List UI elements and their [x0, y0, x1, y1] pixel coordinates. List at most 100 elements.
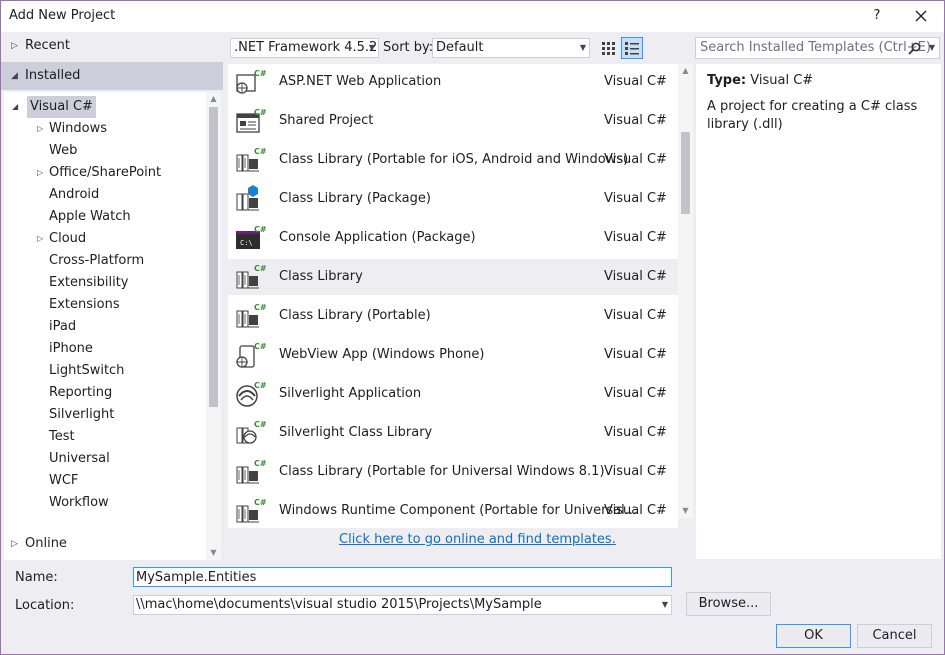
tree-item[interactable]: Cross-Platform [49, 250, 144, 272]
tree-item[interactable]: Extensions [49, 294, 120, 316]
template-name: Silverlight Class Library [279, 425, 433, 440]
framework-select[interactable]: .NET Framework 4.5.2 ▼ [230, 38, 379, 58]
template-language: Visual C# [604, 386, 667, 401]
expand-arrow-icon[interactable]: ▷ [37, 162, 43, 184]
collapse-arrow-icon[interactable]: ◢ [12, 96, 18, 118]
template-name: Class Library (Portable for Universal Wi… [279, 464, 605, 479]
tree-item[interactable]: Extensibility [49, 272, 129, 294]
tree-item-label: Extensions [49, 297, 120, 312]
template-name: Class Library (Portable) [279, 308, 431, 323]
template-row[interactable]: Class Library (Package) Visual C# [228, 181, 678, 217]
tree-item[interactable]: ▷ Windows [37, 118, 107, 140]
template-name: Class Library (Package) [279, 191, 431, 206]
svg-text:C#: C# [254, 498, 266, 507]
small-icons-view-button[interactable] [597, 37, 619, 59]
template-language: Visual C# [604, 425, 667, 440]
tree-item[interactable]: Workflow [49, 492, 109, 514]
scroll-thumb[interactable] [209, 107, 218, 407]
expand-arrow-icon[interactable]: ▷ [11, 530, 18, 558]
template-tree: ◢ Visual C# ▷ Windows Web ▷ Office/SharePoint A… [4, 92, 221, 560]
template-language: Visual C# [604, 152, 667, 167]
help-button[interactable]: ? [867, 5, 887, 27]
category-installed[interactable]: ◢ Installed [1, 62, 223, 90]
template-language: Visual C# [604, 269, 667, 284]
svg-text:C#: C# [254, 147, 266, 156]
expand-arrow-icon[interactable]: ▷ [37, 228, 43, 250]
ok-button[interactable]: OK [776, 624, 851, 648]
template-row[interactable]: C:\ C# Console Application (Package) Visual… [228, 220, 678, 256]
type-value: Visual C# [750, 73, 814, 88]
svg-text:C#: C# [254, 381, 266, 390]
svg-text:C#: C# [254, 225, 266, 234]
template-row[interactable]: C# Silverlight Class Library Visual C# [228, 415, 678, 451]
tree-scrollbar[interactable]: ▲ ▼ [206, 92, 221, 560]
template-list-scrollbar[interactable]: ▲ ▼ [678, 64, 693, 518]
scroll-up-icon[interactable]: ▲ [678, 64, 693, 78]
category-label: Online [25, 536, 67, 551]
expand-arrow-icon[interactable]: ▷ [37, 118, 43, 140]
template-row[interactable]: C# Class Library Visual C# [228, 259, 678, 295]
chevron-down-icon: ▼ [579, 43, 586, 52]
chevron-down-icon[interactable]: ▼ [929, 38, 935, 58]
template-description: A project for creating a C# class librar… [707, 99, 918, 132]
class-library-icon: C# [234, 263, 267, 291]
tree-item[interactable]: Universal [49, 448, 110, 470]
template-type: Type: Visual C# [707, 73, 813, 88]
svg-text:C#: C# [254, 303, 266, 312]
expand-arrow-icon[interactable]: ▷ [11, 32, 18, 60]
category-online[interactable]: ▷ Online [1, 530, 223, 558]
template-language: Visual C# [604, 503, 667, 518]
tree-item[interactable]: Silverlight [49, 404, 114, 426]
template-name: Windows Runtime Component (Portable for … [279, 503, 638, 518]
collapse-arrow-icon[interactable]: ◢ [11, 62, 18, 90]
cancel-button[interactable]: Cancel [857, 624, 932, 648]
online-templates-link[interactable]: Click here to go online and find templat… [339, 532, 616, 547]
title-bar: Add New Project ? [1, 1, 944, 32]
tree-item[interactable]: Android [49, 184, 99, 206]
sort-select[interactable]: Default ▼ [432, 38, 590, 58]
search-icon[interactable] [908, 38, 921, 62]
tree-item[interactable]: ▷ Office/SharePoint [37, 162, 161, 184]
template-name: ASP.NET Web Application [279, 74, 442, 89]
template-language: Visual C# [604, 74, 667, 89]
tree-item[interactable]: iPad [49, 316, 76, 338]
template-row[interactable]: C# WebView App (Windows Phone) Visual C# [228, 337, 678, 373]
scroll-up-icon[interactable]: ▲ [206, 92, 221, 106]
svg-text:C:\: C:\ [240, 239, 253, 247]
close-icon [915, 10, 927, 22]
browse-button[interactable]: Browse... [686, 592, 771, 616]
list-view-button[interactable] [621, 37, 643, 59]
close-button[interactable] [909, 4, 933, 28]
template-row[interactable]: C# Class Library (Portable) Visual C# [228, 298, 678, 334]
template-name: WebView App (Windows Phone) [279, 347, 485, 362]
template-list: C# ASP.NET Web Application Visual C# C# Shar… [228, 64, 678, 528]
project-name-input[interactable] [133, 567, 672, 587]
search-templates-input[interactable]: Search Installed Templates (Ctrl+E) ▼ [695, 37, 940, 59]
tree-item[interactable]: WCF [49, 470, 78, 492]
tree-item[interactable]: Test [49, 426, 75, 448]
tree-item[interactable]: ▷ Cloud [37, 228, 86, 250]
location-select[interactable]: \\mac\home\documents\visual studio 2015\… [133, 595, 672, 615]
shared-project-icon: C# [234, 107, 267, 135]
tree-item[interactable]: iPhone [49, 338, 93, 360]
scroll-thumb[interactable] [681, 132, 690, 214]
scroll-down-icon[interactable]: ▼ [678, 504, 693, 518]
template-row[interactable]: C# Windows Runtime Component (Portable fo… [228, 493, 678, 528]
template-row[interactable]: C# ASP.NET Web Application Visual C# [228, 64, 678, 100]
tree-item-label: Workflow [49, 495, 109, 510]
tree-item[interactable]: Reporting [49, 382, 112, 404]
template-row[interactable]: C# Shared Project Visual C# [228, 103, 678, 139]
svg-text:C#: C# [254, 420, 266, 429]
category-recent[interactable]: ▷ Recent [1, 32, 223, 60]
template-row[interactable]: C# Silverlight Application Visual C# [228, 376, 678, 412]
tree-item[interactable]: Web [49, 140, 77, 162]
tree-item[interactable]: ◢ Visual C# [12, 96, 96, 118]
search-placeholder: Search Installed Templates (Ctrl+E) [700, 40, 931, 55]
list-view-icon [625, 42, 639, 55]
sort-value: Default [436, 40, 484, 55]
class-library-icon: C# [234, 302, 267, 330]
tree-item[interactable]: Apple Watch [49, 206, 131, 228]
template-row[interactable]: C# Class Library (Portable for iOS, Andro… [228, 142, 678, 178]
template-row[interactable]: C# Class Library (Portable for Universal … [228, 454, 678, 490]
tree-item[interactable]: LightSwitch [49, 360, 124, 382]
